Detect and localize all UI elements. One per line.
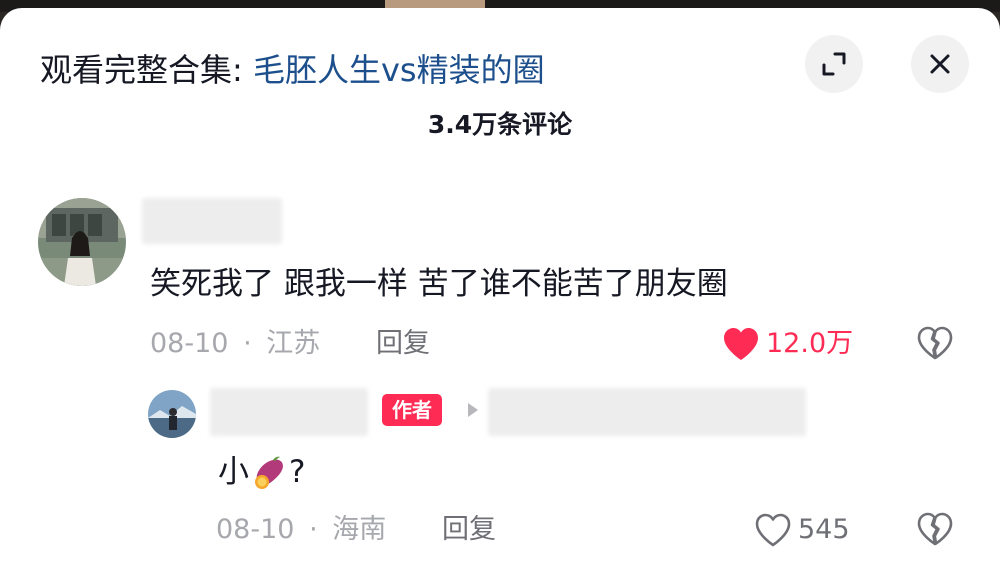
sweet-potato-emoji-icon [255,456,283,489]
close-button[interactable] [911,35,969,93]
comment-text: 笑死我了 跟我一样 苦了谁不能苦了朋友圈 [150,266,728,302]
blurred-reply-username [210,388,368,436]
author-badge: 作者 [382,394,442,426]
broken-heart-icon [917,326,953,360]
meta-separator: · [309,514,318,545]
collection-title-link[interactable]: 毛胚人生vs精装的圈 [253,51,545,89]
reply-like-button[interactable]: 545 [754,512,850,548]
reply-like-count: 545 [798,514,850,545]
blurred-username [142,198,282,244]
reply-to-arrow-icon [468,403,478,417]
close-icon [930,54,950,74]
expand-icon [822,52,846,76]
comment-location: 江苏 [266,328,321,359]
broken-heart-icon [917,512,953,546]
meta-separator: · [243,328,252,359]
reply-text-after: ? [289,454,306,490]
comment-date: 08-10 [150,328,229,359]
blurred-reply-target [488,388,806,436]
heart-outline-icon [755,513,791,547]
reply-avatar[interactable] [148,390,196,438]
comments-count: 3.4万条评论 [427,110,573,139]
collection-title[interactable]: 观看完整合集: 毛胚人生vs精装的圈 [40,50,545,90]
comments-sheet: 观看完整合集: 毛胚人生vs精装的圈 3.4万条评论 笑死我了 跟我一样 苦了谁… [0,8,1000,568]
reply-reply-button[interactable]: 回复 [442,512,496,548]
reply-dislike-button[interactable] [917,512,953,550]
avatar[interactable] [38,198,126,286]
reply-date: 08-10 [216,514,295,545]
reply-button[interactable]: 回复 [376,326,430,362]
dislike-button[interactable] [917,326,953,364]
like-count: 12.0万 [766,328,854,359]
reply-location: 海南 [332,514,387,545]
reply-meta: 08-10 · 海南 [216,512,386,548]
comment-meta: 08-10 · 江苏 [150,326,320,362]
reply-text: 小 ? [218,452,305,492]
reply-avatar-image [148,390,196,438]
avatar-image [38,198,126,286]
expand-button[interactable] [805,35,863,93]
heart-filled-icon [724,328,758,360]
collection-title-prefix: 观看完整合集: [40,51,253,89]
reply-text-before: 小 [218,454,249,490]
like-button[interactable]: 12.0万 [722,326,853,362]
